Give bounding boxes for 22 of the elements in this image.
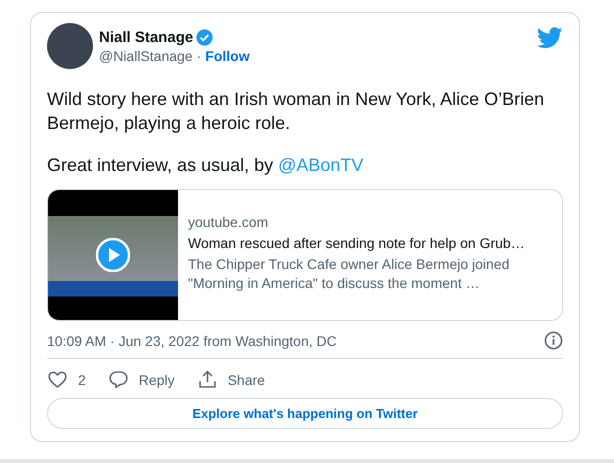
follow-link[interactable]: Follow bbox=[205, 48, 250, 64]
tweet-text: Great interview, as usual, by @ABonTV bbox=[47, 154, 364, 177]
reply-button[interactable]: Reply bbox=[108, 367, 175, 392]
info-icon[interactable] bbox=[544, 331, 563, 350]
bird-logo-icon bbox=[537, 27, 563, 49]
link-description: The Chipper Truck Cafe owner Alice Bermejo joined "Morning in America" to discuss the moment … bbox=[188, 255, 510, 293]
share-icon bbox=[196, 369, 218, 390]
separator: · bbox=[196, 48, 202, 64]
speech-bubble-icon bbox=[108, 369, 129, 390]
share-button[interactable]: Share bbox=[196, 367, 265, 392]
link-preview-card[interactable]: youtube.com Woman rescued after sending note for help on Grub… The Chipper Truck Cafe owner Alice Bermejo joined "Morning in America" to discuss the moment … bbox=[47, 189, 563, 321]
avatar bbox=[47, 23, 93, 69]
author-name[interactable]: Niall Stanage bbox=[99, 28, 194, 46]
heart-icon bbox=[47, 369, 68, 390]
like-button[interactable]: 2 bbox=[47, 367, 86, 392]
link-title: Woman rescued after sending note for help on Grub… bbox=[188, 235, 526, 251]
play-icon bbox=[96, 238, 130, 272]
tweet-text: Wild story here with an Irish woman in New York, Alice O’Brien Bermejo, playing a heroic role. bbox=[47, 88, 546, 135]
author-handle[interactable]: @NiallStanage bbox=[99, 48, 193, 64]
timestamp[interactable]: 10:09 AM · Jun 23, 2022 from Washington, DC bbox=[47, 332, 337, 348]
link-domain: youtube.com bbox=[188, 214, 270, 230]
explore-button[interactable]: Explore what's happening on Twitter bbox=[47, 398, 563, 429]
